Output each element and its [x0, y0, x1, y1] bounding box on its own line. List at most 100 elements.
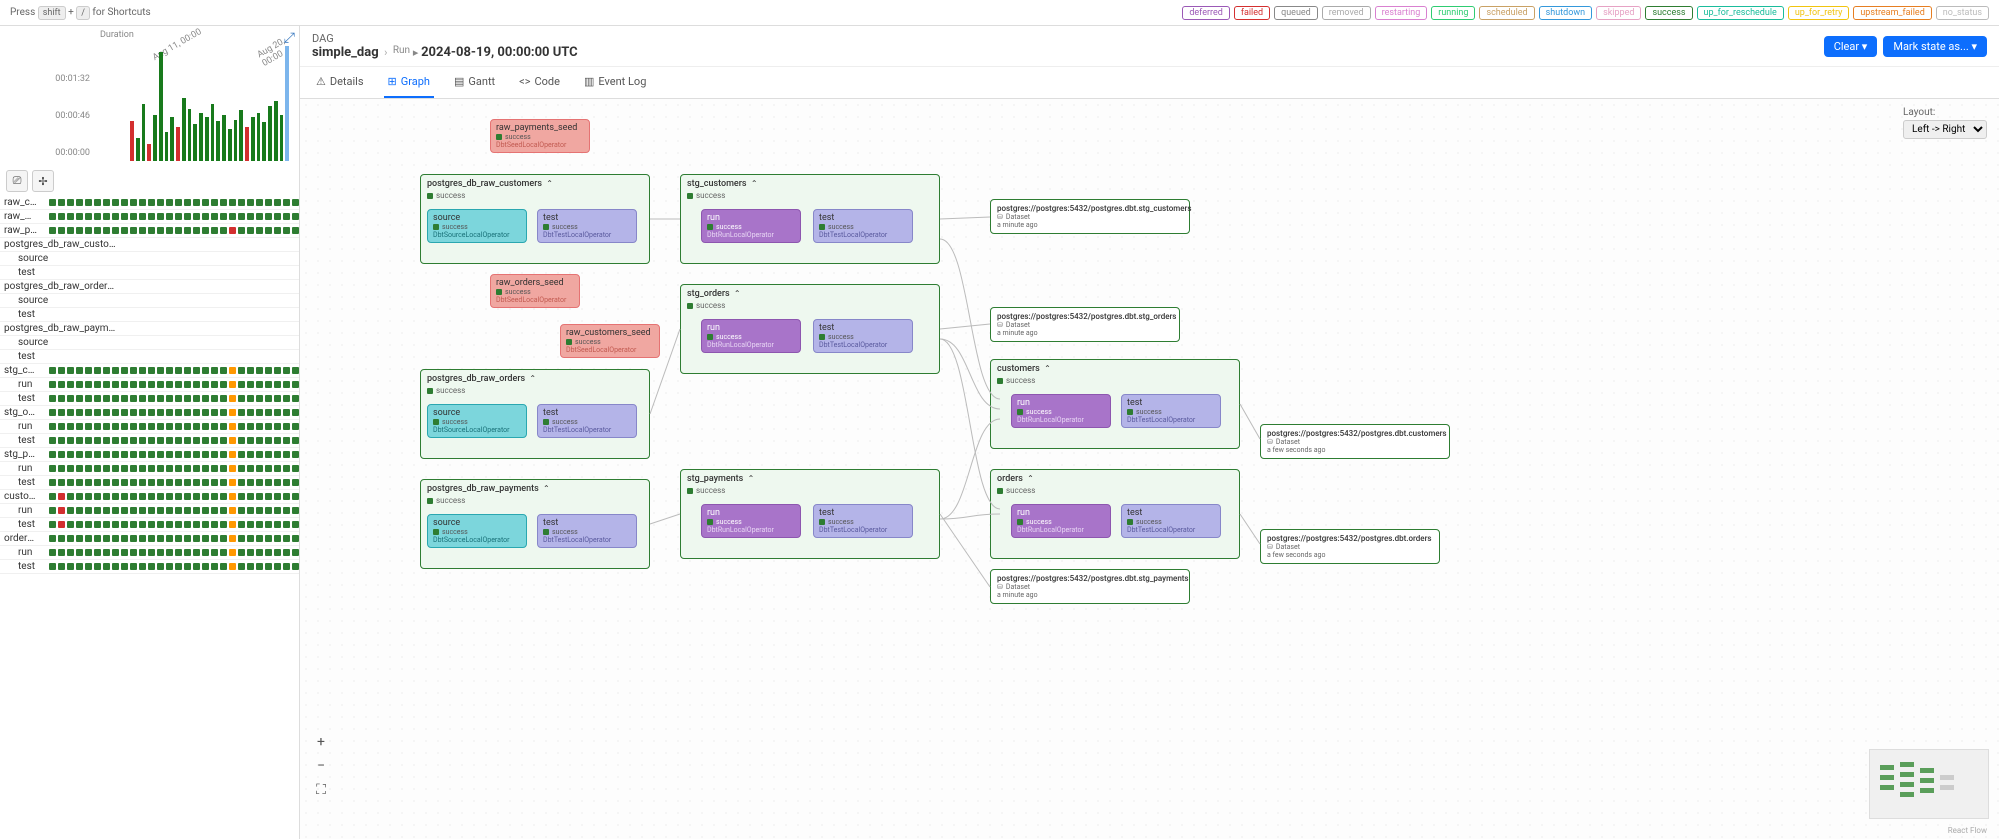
task-instance-square[interactable] — [139, 521, 146, 528]
task-instance-square[interactable] — [166, 423, 173, 430]
task-instance-square[interactable] — [202, 563, 209, 570]
task-instance-square[interactable] — [256, 479, 263, 486]
task-instance-square[interactable] — [211, 535, 218, 542]
dataset-stg-orders[interactable]: postgres://postgres:5432/postgres.dbt.st… — [990, 307, 1180, 342]
task-instance-square[interactable] — [121, 465, 128, 472]
task-instance-square[interactable] — [103, 199, 110, 206]
group-orders[interactable]: orders ⌃ success runsuccessDbtRunLocalOp… — [990, 469, 1240, 559]
task-instance-square[interactable] — [103, 437, 110, 444]
task-instance-square[interactable] — [166, 213, 173, 220]
task-instance-square[interactable] — [148, 535, 155, 542]
task-instance-square[interactable] — [76, 199, 83, 206]
task-instance-square[interactable] — [121, 213, 128, 220]
group-pg-raw-customers[interactable]: postgres_db_raw_customers ⌃ success sour… — [420, 174, 650, 264]
task-instance-square[interactable] — [247, 549, 254, 556]
task-instance-square[interactable] — [112, 451, 119, 458]
tree-row[interactable]: raw_payments_seed — [0, 224, 299, 238]
task-instance-square[interactable] — [112, 549, 119, 556]
task-instance-square[interactable] — [94, 563, 101, 570]
task-instance-square[interactable] — [211, 507, 218, 514]
task-instance-square[interactable] — [49, 563, 56, 570]
task-instance-square[interactable] — [94, 437, 101, 444]
task-instance-square[interactable] — [76, 367, 83, 374]
task-instance-square[interactable] — [283, 549, 290, 556]
duration-bar[interactable] — [262, 122, 266, 161]
task-instance-square[interactable] — [229, 549, 236, 556]
task-instance-square[interactable] — [76, 493, 83, 500]
node-run[interactable]: runsuccessDbtRunLocalOperator — [1011, 504, 1111, 538]
task-instance-square[interactable] — [67, 381, 74, 388]
task-instance-square[interactable] — [247, 479, 254, 486]
dag-name[interactable]: simple_dag — [312, 45, 379, 60]
task-instance-square[interactable] — [247, 423, 254, 430]
duration-bar[interactable] — [239, 110, 243, 161]
task-instance-square[interactable] — [157, 521, 164, 528]
task-instance-square[interactable] — [211, 451, 218, 458]
tree-row[interactable]: postgres_db_raw_paymen… — [0, 322, 299, 336]
task-instance-square[interactable] — [49, 437, 56, 444]
task-instance-square[interactable] — [130, 507, 137, 514]
task-instance-square[interactable] — [202, 479, 209, 486]
task-instance-square[interactable] — [274, 395, 281, 402]
duration-bar[interactable] — [268, 106, 272, 161]
task-instance-square[interactable] — [139, 227, 146, 234]
task-instance-square[interactable] — [67, 507, 74, 514]
task-instance-square[interactable] — [247, 213, 254, 220]
task-instance-square[interactable] — [247, 451, 254, 458]
task-instance-square[interactable] — [193, 563, 200, 570]
node-test[interactable]: testsuccessDbtTestLocalOperator — [1121, 504, 1221, 538]
task-instance-square[interactable] — [283, 423, 290, 430]
dataset-stg-payments[interactable]: postgres://postgres:5432/postgres.dbt.st… — [990, 569, 1190, 604]
node-source[interactable]: sourcesuccessDbtSourceLocalOperator — [427, 209, 527, 243]
task-instance-square[interactable] — [85, 395, 92, 402]
legend-failed[interactable]: failed — [1234, 6, 1270, 20]
task-instance-square[interactable] — [49, 213, 56, 220]
task-instance-square[interactable] — [130, 465, 137, 472]
duration-bar[interactable] — [285, 46, 289, 161]
task-instance-square[interactable] — [58, 213, 65, 220]
task-instance-square[interactable] — [229, 199, 236, 206]
task-instance-square[interactable] — [49, 381, 56, 388]
task-instance-square[interactable] — [193, 381, 200, 388]
task-instance-square[interactable] — [175, 465, 182, 472]
task-instance-square[interactable] — [283, 493, 290, 500]
duration-bar[interactable] — [257, 113, 261, 161]
task-instance-square[interactable] — [292, 493, 299, 500]
node-source[interactable]: sourcesuccessDbtSourceLocalOperator — [427, 514, 527, 548]
task-instance-square[interactable] — [121, 227, 128, 234]
task-instance-square[interactable] — [157, 493, 164, 500]
task-instance-square[interactable] — [202, 227, 209, 234]
task-instance-square[interactable] — [157, 535, 164, 542]
task-instance-square[interactable] — [148, 423, 155, 430]
tree-row[interactable]: customers⌃ — [0, 490, 299, 504]
task-instance-square[interactable] — [112, 521, 119, 528]
task-instance-square[interactable] — [130, 381, 137, 388]
task-instance-square[interactable] — [76, 507, 83, 514]
task-instance-square[interactable] — [175, 395, 182, 402]
task-instance-square[interactable] — [58, 227, 65, 234]
task-instance-square[interactable] — [265, 423, 272, 430]
task-instance-square[interactable] — [283, 521, 290, 528]
task-instance-square[interactable] — [256, 521, 263, 528]
task-instance-square[interactable] — [94, 381, 101, 388]
duration-bar[interactable] — [153, 115, 157, 161]
task-instance-square[interactable] — [58, 507, 65, 514]
task-instance-square[interactable] — [85, 563, 92, 570]
task-instance-square[interactable] — [121, 409, 128, 416]
task-instance-square[interactable] — [121, 535, 128, 542]
task-instance-square[interactable] — [238, 535, 245, 542]
task-instance-square[interactable] — [247, 367, 254, 374]
tab-graph[interactable]: ⊞Graph — [384, 67, 434, 98]
legend-up_for_retry[interactable]: up_for_retry — [1788, 6, 1850, 20]
task-instance-square[interactable] — [130, 437, 137, 444]
task-instance-square[interactable] — [202, 409, 209, 416]
task-instance-square[interactable] — [175, 521, 182, 528]
node-test[interactable]: testsuccessDbtTestLocalOperator — [813, 209, 913, 243]
task-instance-square[interactable] — [49, 199, 56, 206]
task-instance-square[interactable] — [139, 535, 146, 542]
task-instance-square[interactable] — [112, 213, 119, 220]
duration-bar[interactable] — [147, 144, 151, 161]
legend-running[interactable]: running — [1431, 6, 1475, 20]
tab-code[interactable]: <>Code — [515, 67, 564, 98]
task-instance-square[interactable] — [103, 507, 110, 514]
